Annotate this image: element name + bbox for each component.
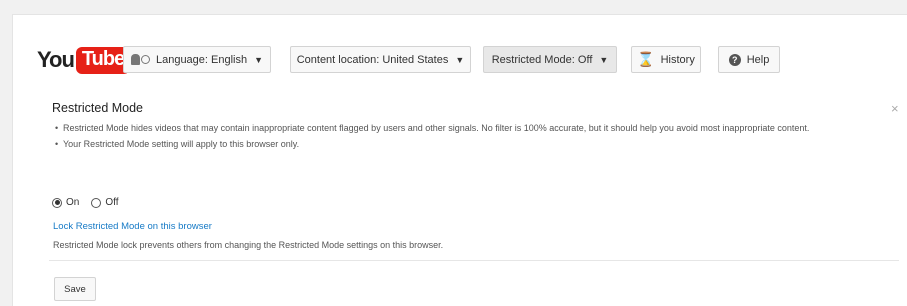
restricted-mode-button[interactable]: Restricted Mode: Off ▼ (483, 46, 617, 73)
history-label: History (660, 53, 695, 66)
restricted-mode-info-list: Restricted Mode hides videos that may co… (55, 122, 895, 154)
close-icon[interactable]: × (891, 101, 899, 116)
logo-you-text: You (37, 47, 75, 72)
lock-description: Restricted Mode lock prevents others fro… (53, 240, 444, 250)
radio-on-label: On (66, 197, 80, 208)
info-bullet: Restricted Mode hides videos that may co… (55, 122, 895, 134)
help-button[interactable]: ? Help (718, 46, 780, 73)
help-label: Help (746, 53, 770, 66)
radio-off-label: Off (105, 197, 119, 208)
radio-off[interactable] (91, 197, 102, 208)
radio-on[interactable] (52, 197, 62, 208)
restricted-mode-label: Restricted Mode: Off (491, 53, 593, 66)
history-button[interactable]: ⌛ History (631, 46, 701, 73)
language-label: Language: English (155, 53, 248, 66)
save-button[interactable]: Save (54, 277, 96, 301)
info-bullet: Your Restricted Mode setting will apply … (55, 138, 895, 150)
restricted-mode-title: Restricted Mode (52, 101, 144, 115)
lock-restricted-mode-link[interactable]: Lock Restricted Mode on this browser (53, 221, 212, 232)
chevron-down-icon: ▼ (254, 54, 264, 65)
header-bar: You Tube Language: English ▼ Content loc… (13, 15, 907, 95)
page: You Tube Language: English ▼ Content loc… (0, 0, 907, 306)
chevron-down-icon: ▼ (599, 54, 609, 65)
divider (49, 260, 899, 261)
hourglass-icon: ⌛ (637, 51, 655, 67)
help-icon: ? (728, 53, 741, 66)
youtube-logo[interactable]: You Tube (37, 45, 131, 75)
content-location-button[interactable]: Content location: United States ▼ (290, 46, 471, 73)
content-location-label: Content location: United States (296, 53, 449, 66)
restricted-mode-toggle: On Off (52, 197, 131, 208)
language-icon (130, 54, 150, 65)
settings-card: You Tube Language: English ▼ Content loc… (12, 14, 907, 306)
chevron-down-icon: ▼ (455, 54, 465, 65)
language-button[interactable]: Language: English ▼ (123, 46, 271, 73)
